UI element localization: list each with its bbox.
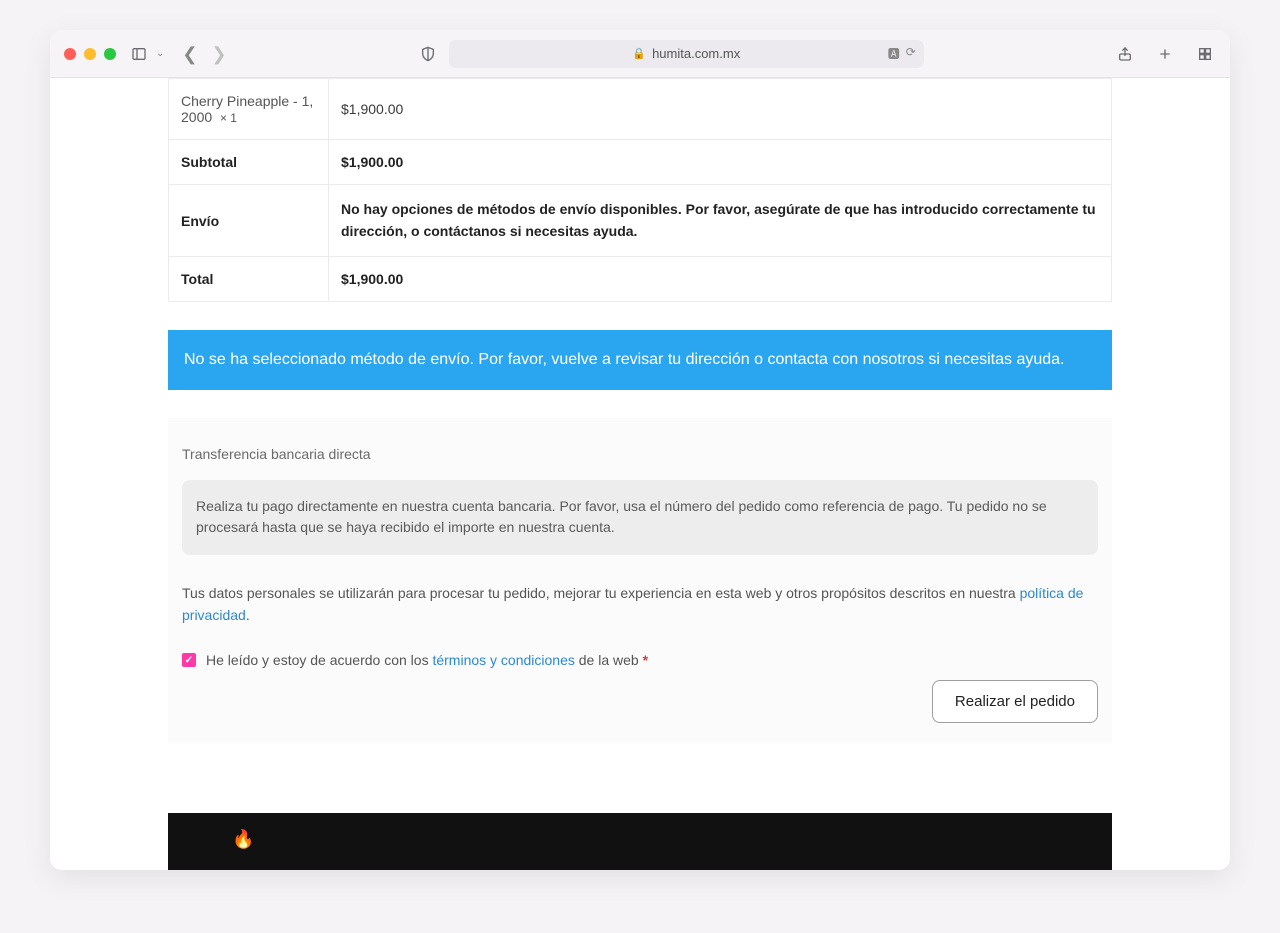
shipping-message: No hay opciones de métodos de envío disp… [329, 185, 1112, 257]
terms-row: ✓ He leído y estoy de acuerdo con los té… [182, 652, 1098, 668]
back-button[interactable]: ❮ [182, 45, 197, 63]
product-qty: × 1 [220, 111, 237, 125]
table-row: Subtotal $1,900.00 [169, 140, 1112, 185]
total-value: $1,900.00 [329, 257, 1112, 302]
shipping-notice: No se ha seleccionado método de envío. P… [168, 330, 1112, 389]
terms-post: de la web [575, 652, 643, 668]
required-asterisk: * [643, 652, 648, 668]
translate-icon[interactable]: 🅰︎ [888, 45, 900, 62]
reload-button[interactable]: ⟳ [906, 45, 916, 62]
nav-arrows: ❮ ❯ [182, 45, 226, 63]
subtotal-label: Subtotal [169, 140, 329, 185]
subtotal-value: $1,900.00 [329, 140, 1112, 185]
payment-method-title: Transferencia bancaria directa [182, 446, 1098, 462]
product-name: Cherry Pineapple - 1, 2000 [181, 93, 313, 125]
privacy-shield-icon[interactable] [417, 43, 439, 65]
product-cell: Cherry Pineapple - 1, 2000 × 1 [169, 79, 329, 140]
browser-window: ⌄ ❮ ❯ 🔒 humita.com.mx 🅰︎ ⟳ [50, 30, 1230, 870]
share-button[interactable] [1114, 43, 1136, 65]
privacy-text-body: Tus datos personales se utilizarán para … [182, 585, 1020, 601]
address-bar[interactable]: 🔒 humita.com.mx 🅰︎ ⟳ [449, 40, 924, 68]
privacy-text: Tus datos personales se utilizarán para … [182, 583, 1098, 626]
table-row: Total $1,900.00 [169, 257, 1112, 302]
payment-section: Transferencia bancaria directa Realiza t… [168, 418, 1112, 744]
minimize-window-button[interactable] [84, 48, 96, 60]
address-bar-actions: 🅰︎ ⟳ [888, 45, 916, 62]
site-footer: 🔥 [168, 813, 1112, 870]
sidebar-toggle-button[interactable] [128, 43, 150, 65]
forward-button[interactable]: ❯ [211, 45, 226, 63]
terms-pre: He leído y estoy de acuerdo con los [206, 652, 432, 668]
terms-label: He leído y estoy de acuerdo con los térm… [206, 652, 648, 668]
sidebar-toggle-group: ⌄ [128, 43, 164, 65]
payment-method-description: Realiza tu pago directamente en nuestra … [182, 480, 1098, 555]
order-summary-table: Cherry Pineapple - 1, 2000 × 1 $1,900.00… [168, 78, 1112, 302]
shipping-label: Envío [169, 185, 329, 257]
lock-icon: 🔒 [632, 47, 646, 60]
table-row: Envío No hay opciones de métodos de enví… [169, 185, 1112, 257]
toolbar-right [1114, 43, 1216, 65]
place-order-button[interactable]: Realizar el pedido [932, 680, 1098, 723]
product-price: $1,900.00 [329, 79, 1112, 140]
table-row: Cherry Pineapple - 1, 2000 × 1 $1,900.00 [169, 79, 1112, 140]
close-window-button[interactable] [64, 48, 76, 60]
tab-overview-button[interactable] [1194, 43, 1216, 65]
total-label: Total [169, 257, 329, 302]
window-controls [64, 48, 116, 60]
new-tab-button[interactable] [1154, 43, 1176, 65]
chevron-down-icon[interactable]: ⌄ [156, 48, 164, 59]
page-content[interactable]: Cherry Pineapple - 1, 2000 × 1 $1,900.00… [50, 78, 1230, 870]
url-host: humita.com.mx [652, 46, 740, 61]
maximize-window-button[interactable] [104, 48, 116, 60]
terms-checkbox[interactable]: ✓ [182, 653, 196, 667]
terms-link[interactable]: términos y condiciones [432, 652, 574, 668]
flame-icon: 🔥 [232, 829, 254, 849]
titlebar: ⌄ ❮ ❯ 🔒 humita.com.mx 🅰︎ ⟳ [50, 30, 1230, 78]
